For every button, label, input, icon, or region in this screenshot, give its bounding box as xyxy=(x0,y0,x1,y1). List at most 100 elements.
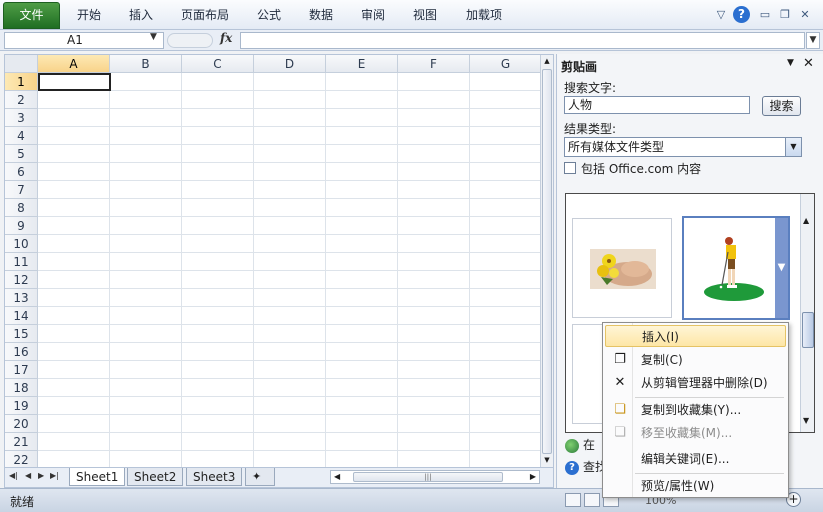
formula-input[interactable] xyxy=(240,32,805,49)
include-office-com-checkbox[interactable] xyxy=(564,162,576,174)
row-header[interactable]: 12 xyxy=(5,271,38,289)
help-icon[interactable]: ? xyxy=(733,6,750,23)
scroll-up-icon[interactable]: ▲ xyxy=(541,55,553,68)
clipart-thumbnail-selected[interactable]: ▼ xyxy=(682,216,790,320)
minimize-ribbon-icon[interactable]: ▽ xyxy=(713,7,729,23)
menu-item-copy[interactable]: ❐ 复制(C) xyxy=(605,349,786,371)
result-type-select[interactable]: 所有媒体文件类型 ▼ xyxy=(564,137,802,157)
menu-item-move-to-collection: ❏ 移至收藏集(M)... xyxy=(614,425,733,441)
horizontal-scroll-thumb[interactable]: ||| xyxy=(353,472,503,482)
row-header[interactable]: 7 xyxy=(5,181,38,199)
vertical-scroll-thumb[interactable] xyxy=(542,69,552,454)
tab-review[interactable]: 审阅 xyxy=(350,0,396,30)
sheet-tab-3[interactable]: Sheet3 xyxy=(186,468,243,486)
menu-item-edit-keywords[interactable]: 编辑关键词(E)... xyxy=(605,448,786,470)
insert-sheet-icon[interactable]: ✦ xyxy=(245,468,275,486)
tab-home[interactable]: 开始 xyxy=(66,0,112,30)
scroll-down-icon[interactable]: ▼ xyxy=(541,454,553,467)
row-header[interactable]: 4 xyxy=(5,127,38,145)
result-type-label: 结果类型: xyxy=(564,122,617,136)
row-header[interactable]: 14 xyxy=(5,307,38,325)
column-header[interactable]: G xyxy=(470,55,542,73)
last-sheet-icon[interactable]: ▶| xyxy=(50,471,59,480)
results-scroll-thumb[interactable] xyxy=(802,312,814,348)
row-header[interactable]: 17 xyxy=(5,361,38,379)
row-header[interactable]: 16 xyxy=(5,343,38,361)
insert-function-icon[interactable]: fx xyxy=(220,31,232,45)
next-sheet-icon[interactable]: ▶ xyxy=(38,471,44,480)
name-box-dropdown-icon[interactable]: ▼ xyxy=(150,32,157,42)
clipart-thumbnail[interactable] xyxy=(572,218,672,318)
row-header[interactable]: 19 xyxy=(5,397,38,415)
result-type-value: 所有媒体文件类型 xyxy=(568,140,665,154)
column-header[interactable]: A xyxy=(38,55,110,73)
row-header[interactable]: 5 xyxy=(5,145,38,163)
row-header[interactable]: 8 xyxy=(5,199,38,217)
row-header[interactable]: 21 xyxy=(5,433,38,451)
thumbnail-dropdown-icon[interactable]: ▼ xyxy=(775,218,788,318)
row-header[interactable]: 1 xyxy=(5,73,38,91)
tab-data[interactable]: 数据 xyxy=(298,0,344,30)
menu-item-copy-to-collection[interactable]: ❏ 复制到收藏集(Y)... xyxy=(605,399,786,421)
row-header[interactable]: 9 xyxy=(5,217,38,235)
tab-insert[interactable]: 插入 xyxy=(118,0,164,30)
tab-page-layout[interactable]: 页面布局 xyxy=(172,0,238,30)
row-header[interactable]: 15 xyxy=(5,325,38,343)
first-sheet-icon[interactable]: ◀| xyxy=(9,471,18,480)
formula-splitter[interactable] xyxy=(167,33,213,48)
row-header[interactable]: 6 xyxy=(5,163,38,181)
column-header[interactable]: C xyxy=(182,55,254,73)
column-header[interactable]: E xyxy=(326,55,398,73)
pane-options-icon[interactable]: ▼ xyxy=(787,58,794,68)
page-layout-view-icon[interactable] xyxy=(584,493,600,507)
column-header[interactable]: F xyxy=(398,55,470,73)
minimize-window-icon[interactable]: ▭ xyxy=(757,7,773,23)
column-header[interactable]: D xyxy=(254,55,326,73)
tab-file[interactable]: 文件 xyxy=(3,2,60,29)
row-header[interactable]: 10 xyxy=(5,235,38,253)
horizontal-scrollbar[interactable]: ◀ ||| ▶ xyxy=(330,470,540,484)
normal-view-icon[interactable] xyxy=(565,493,581,507)
expand-formula-bar-icon[interactable]: ▼ xyxy=(806,32,820,49)
pane-close-icon[interactable]: ✕ xyxy=(803,56,814,71)
tab-formulas[interactable]: 公式 xyxy=(246,0,292,30)
name-box[interactable]: A1 xyxy=(4,32,164,49)
find-more-link[interactable]: ? 查找 xyxy=(565,458,607,475)
active-cell-cursor[interactable] xyxy=(38,73,111,91)
row-header[interactable]: 2 xyxy=(5,91,38,109)
row-header[interactable]: 3 xyxy=(5,109,38,127)
restore-window-icon[interactable]: ❐ xyxy=(777,7,793,23)
grid-line xyxy=(38,288,541,289)
scroll-up-icon[interactable]: ▲ xyxy=(803,216,809,225)
search-input[interactable]: 人物 xyxy=(564,96,750,114)
scroll-left-icon[interactable]: ◀ xyxy=(334,472,340,481)
prev-sheet-icon[interactable]: ◀ xyxy=(25,471,31,480)
chevron-down-icon[interactable]: ▼ xyxy=(785,138,801,156)
close-window-icon[interactable]: ✕ xyxy=(797,7,813,23)
row-header[interactable]: 13 xyxy=(5,289,38,307)
scroll-right-icon[interactable]: ▶ xyxy=(530,472,536,481)
search-button[interactable]: 搜索 xyxy=(762,96,801,116)
row-header[interactable]: 22 xyxy=(5,451,38,467)
select-all-corner[interactable] xyxy=(5,55,38,73)
scroll-down-icon[interactable]: ▼ xyxy=(803,416,809,425)
sheet-tab-1[interactable]: Sheet1 xyxy=(69,468,126,486)
worksheet-grid[interactable]: ABCDEFG 1 2 3 4 5 6 7 8 9 10 11 12 13 14 15 16 17 18 19 20 2… xyxy=(4,54,554,468)
menu-item-preview-properties[interactable]: 预览/属性(W) xyxy=(605,475,786,497)
copy-icon: ❐ xyxy=(614,352,626,367)
column-header[interactable]: B xyxy=(110,55,182,73)
organize-clips-link[interactable]: 在 xyxy=(565,436,595,453)
grid-line xyxy=(38,90,541,91)
menu-item-insert[interactable]: 插入(I) xyxy=(605,325,786,347)
vertical-scrollbar[interactable]: ▲ ▼ xyxy=(540,55,553,467)
row-header[interactable]: 18 xyxy=(5,379,38,397)
grid-line xyxy=(38,108,541,109)
grid-line xyxy=(38,360,541,361)
results-scrollbar[interactable]: ▲ ▼ xyxy=(800,194,814,432)
row-header[interactable]: 20 xyxy=(5,415,38,433)
sheet-tab-2[interactable]: Sheet2 xyxy=(127,468,184,486)
tab-view[interactable]: 视图 xyxy=(402,0,448,30)
tab-addins[interactable]: 加载项 xyxy=(456,0,512,30)
row-header[interactable]: 11 xyxy=(5,253,38,271)
menu-item-delete[interactable]: ✕ 从剪辑管理器中删除(D) xyxy=(605,372,786,394)
